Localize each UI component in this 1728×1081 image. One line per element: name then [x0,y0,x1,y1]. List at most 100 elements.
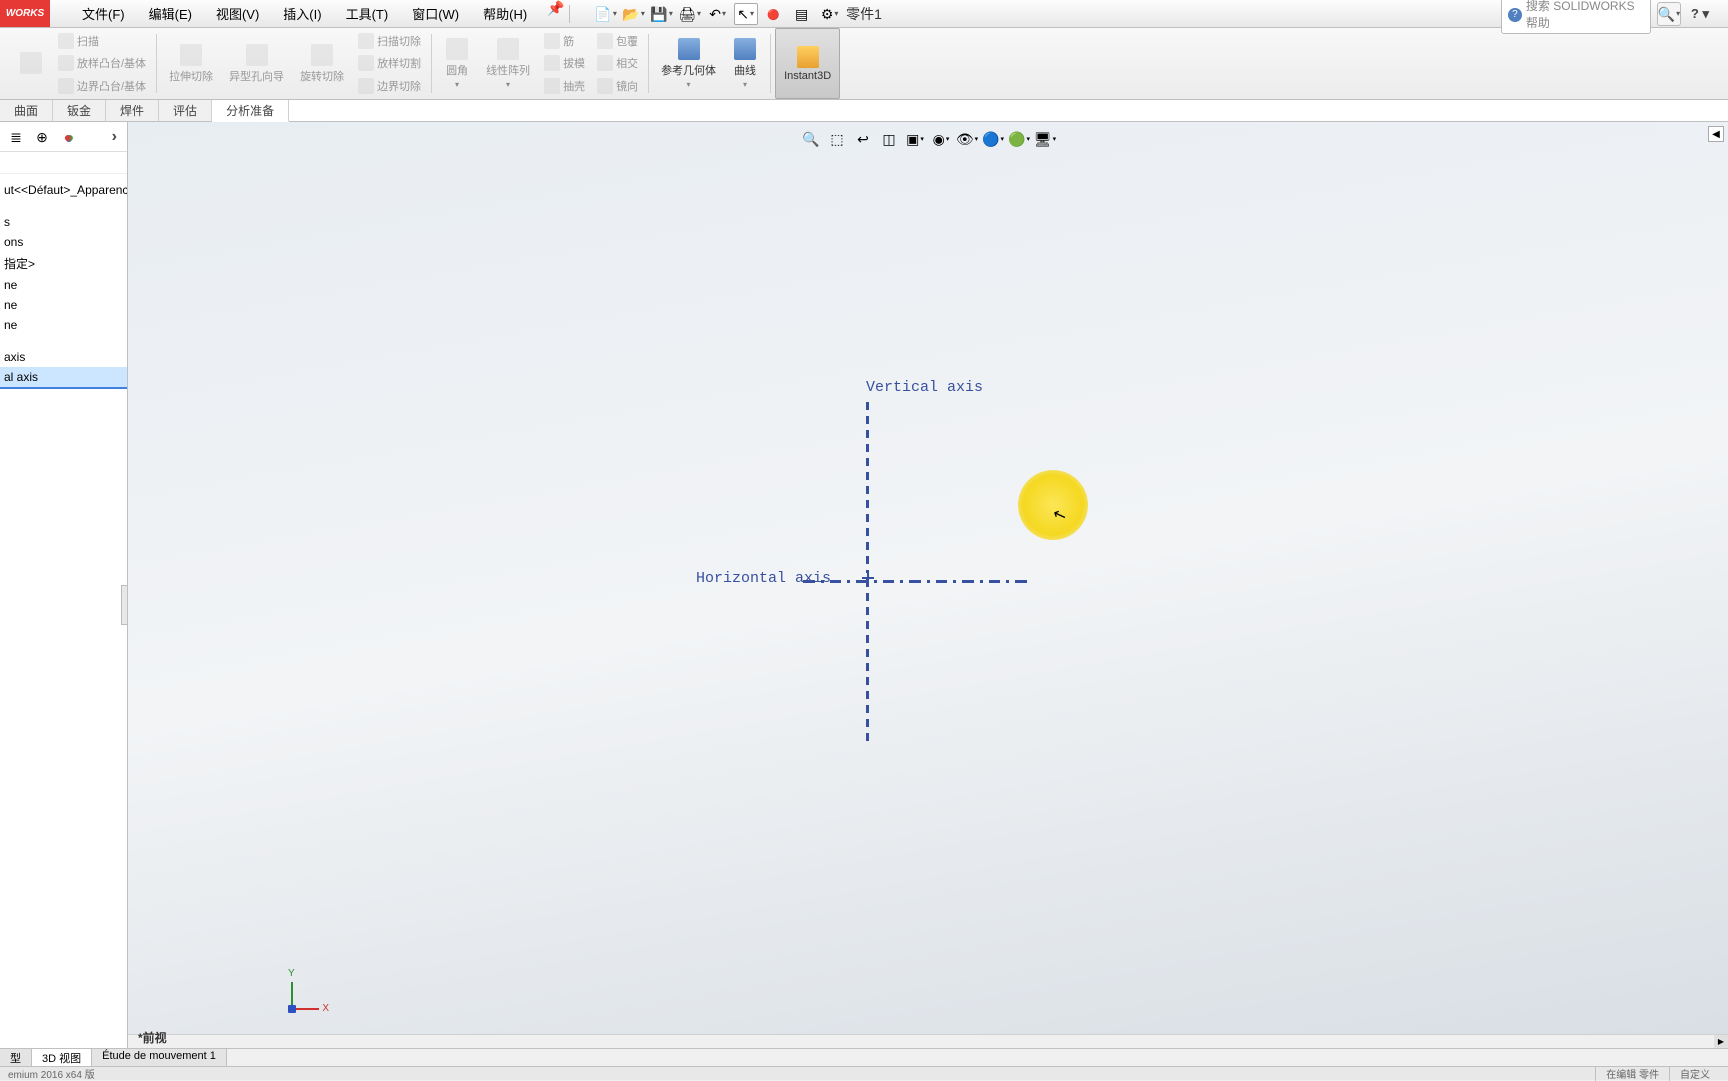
tree-tab-3[interactable] [56,125,80,149]
menu-edit[interactable]: 编辑(E) [137,0,204,28]
view-settings-button[interactable] [1034,128,1056,150]
search-input[interactable]: 搜索 SOLIDWORKS 帮助 [1501,0,1651,34]
app-logo: WORKS [0,0,50,27]
orientation-triad[interactable] [283,978,323,1018]
sidebar-resize-handle[interactable] [121,585,128,625]
zoom-area-button[interactable] [826,128,848,150]
sweep-button: 扫描 [56,32,148,50]
undo-button[interactable] [706,3,730,25]
help-icon [1508,5,1522,22]
tree-item-axis[interactable]: axis [0,347,127,367]
menu-tools[interactable]: 工具(T) [334,0,401,28]
vertical-axis-line[interactable] [866,402,869,782]
main-area: › ut<<Défaut>_Apparence Ef s ons 指定> ne … [0,122,1728,1048]
fillet-button: 圆角▾ [436,28,478,99]
menubar-right: 搜索 SOLIDWORKS 帮助 ? ▾ [1501,0,1728,34]
document-title: 零件1 [846,4,882,24]
tree-item[interactable]: ne [0,295,127,315]
boss-group: 扫描 放样凸台/基体 边界凸台/基体 [52,28,152,99]
menu-insert[interactable]: 插入(I) [271,0,333,28]
select-icon [737,7,749,21]
appear-icon [982,132,999,146]
tab-motion-study[interactable]: Étude de mouvement 1 [92,1049,227,1066]
tab-surface[interactable]: 曲面 [0,100,53,121]
print-button[interactable] [678,3,702,25]
click-highlight [1018,470,1088,540]
list-icon [795,7,808,21]
filter-button[interactable] [790,3,814,25]
view-orient-button[interactable] [904,128,926,150]
status-custom[interactable]: 自定义 [1669,1066,1720,1081]
menu-file[interactable]: 文件(F) [70,0,137,28]
task-pane-toggle[interactable]: ◀ [1708,126,1724,142]
tab-analysis-prep[interactable]: 分析准备 [212,100,289,122]
tree-icon [10,130,22,144]
menu-help[interactable]: 帮助(H) [471,0,539,28]
status-bar: emium 2016 x64 版 在编辑 零件 自定义 [0,1066,1728,1080]
select-button[interactable] [734,3,758,25]
zoom-fit-button[interactable] [800,128,822,150]
draft-button: 拔模 [542,54,587,72]
open-button[interactable] [622,3,646,25]
origin-marker[interactable] [862,572,874,584]
hide-show-button[interactable] [956,128,978,150]
ref-geometry-button[interactable]: 参考几何体▾ [653,28,724,99]
tree-item-selected[interactable]: al axis [0,367,127,389]
instant3d-button[interactable]: Instant3D [775,28,840,99]
heads-up-toolbar [798,126,1058,152]
tab-weldment[interactable]: 焊件 [106,100,159,121]
tree-expand-button[interactable]: › [106,128,123,146]
model-viewport[interactable]: ◀ Vertical axis Horizontal axis ↖ [128,122,1728,1048]
pin-icon[interactable]: 📌 [547,0,564,28]
ribbon-tabs: 曲面 钣金 焊件 评估 分析准备 [0,100,1728,122]
rebuild-button[interactable] [762,3,786,25]
extrude-cut-button: 拉伸切除 [161,28,221,99]
search-go-button[interactable] [1657,2,1681,26]
tree-item[interactable]: ons [0,232,127,252]
save-button[interactable] [650,3,674,25]
tree-root[interactable]: ut<<Défaut>_Apparence Ef [0,180,127,200]
edit-appear-button[interactable] [982,128,1004,150]
magnifier-icon [1658,7,1675,21]
display-style-button[interactable] [930,128,952,150]
rebuild-icon [767,6,779,21]
tab-3dview[interactable]: 3D 视图 [32,1049,92,1066]
linear-pattern-button: 线性阵列▾ [478,28,538,99]
tree-item[interactable]: ne [0,315,127,335]
rib-button: 筋 [542,32,587,50]
display-icon [933,132,945,146]
tab-sheetmetal[interactable]: 钣金 [53,100,106,121]
gear-icon [821,7,834,21]
tab-evaluate[interactable]: 评估 [159,100,212,121]
loft-cut-button: 放样切割 [356,54,423,72]
tree-item[interactable]: 指定> [0,252,127,275]
undo-icon [709,7,721,21]
help-dropdown[interactable]: ? ▾ [1687,6,1713,22]
horizontal-axis-line[interactable] [803,580,1033,583]
scroll-right-button[interactable]: ▶ [1714,1035,1728,1048]
tab-model[interactable]: 型 [0,1049,32,1066]
feature-group-2: 包覆 相交 镜向 [591,28,644,99]
new-button[interactable] [594,3,618,25]
zoom-area-icon [830,132,843,146]
mirror-button: 镜向 [595,77,640,95]
tree-item[interactable]: s [0,212,127,232]
view-orientation-label: *前视 [138,1029,167,1046]
boundary-boss-button: 边界凸台/基体 [56,77,148,95]
menu-view[interactable]: 视图(V) [204,0,271,28]
prev-view-button[interactable] [852,128,874,150]
curves-button[interactable]: 曲线▾ [724,28,766,99]
tree-tab-2[interactable] [30,125,54,149]
tree-item[interactable]: ne [0,275,127,295]
status-version: emium 2016 x64 版 [8,1066,1595,1081]
tree-tab-1[interactable] [4,125,28,149]
options-button[interactable] [818,3,842,25]
status-editing: 在编辑 零件 [1595,1066,1669,1081]
main-menu: 文件(F) 编辑(E) 视图(V) 插入(I) 工具(T) 窗口(W) 帮助(H… [70,0,565,28]
menu-window[interactable]: 窗口(W) [400,0,471,28]
viewport-scrollbar[interactable]: *前视 ▶ [128,1034,1728,1048]
feature-group-1: 筋 拔模 抽壳 [538,28,591,99]
apply-scene-button[interactable] [1008,128,1030,150]
tree-filter[interactable] [0,152,127,174]
section-view-button[interactable] [878,128,900,150]
